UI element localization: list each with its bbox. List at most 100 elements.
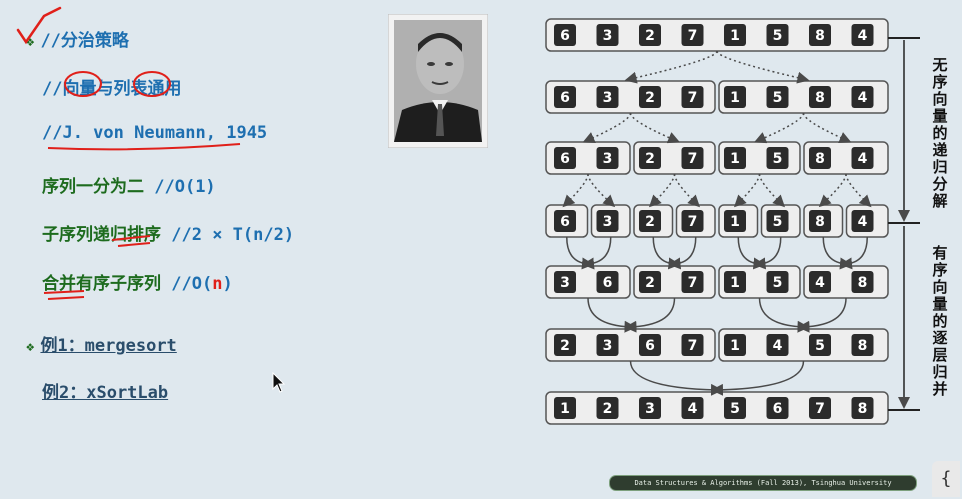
- array-cell-value: 5: [773, 214, 783, 230]
- array-cell-value: 2: [645, 275, 655, 291]
- array-cell-value: 5: [730, 401, 740, 417]
- side-label-merge: 并: [932, 380, 947, 398]
- side-label-decompose: 递: [932, 141, 947, 159]
- array-cell-value: 2: [645, 151, 655, 167]
- merge-arrow: [668, 236, 697, 270]
- side-label-decompose: 向: [932, 90, 947, 108]
- split-arrow: [624, 50, 718, 84]
- split-arrow: [818, 173, 847, 208]
- side-label-merge: 的: [932, 312, 947, 330]
- array-cell-value: 3: [603, 151, 613, 167]
- array-cell-value: 1: [730, 338, 740, 354]
- merge-arrow: [582, 236, 612, 270]
- side-label-merge: 序: [932, 261, 947, 279]
- merge-arrow: [587, 297, 637, 333]
- array-cell-value: 6: [603, 275, 613, 291]
- array-cell-value: 6: [645, 338, 655, 354]
- split-arrow: [562, 173, 589, 208]
- array-cell-value: 4: [773, 338, 783, 354]
- split-arrow: [845, 173, 872, 208]
- merge-arrow: [624, 297, 676, 333]
- array-cell-value: 7: [688, 151, 698, 167]
- side-label-decompose: 的: [932, 124, 947, 142]
- array-cell-value: 1: [730, 275, 740, 291]
- array-cell-value: 6: [560, 214, 570, 230]
- side-label-merge: 归: [932, 363, 947, 381]
- side-label-merge: 逐: [932, 329, 947, 347]
- array-cell-value: 2: [645, 28, 655, 44]
- array-cell-value: 8: [815, 28, 825, 44]
- merge-arrow: [652, 236, 681, 270]
- array-cell-value: 3: [603, 214, 613, 230]
- array-cell-value: 1: [730, 151, 740, 167]
- array-cell-value: 6: [560, 151, 570, 167]
- split-arrow: [753, 112, 805, 144]
- array-cell-value: 8: [858, 338, 868, 354]
- array-cell-value: 7: [688, 90, 698, 106]
- split-arrow: [582, 112, 632, 144]
- array-cell-value: 1: [730, 28, 740, 44]
- side-label-decompose: 无: [931, 56, 947, 74]
- array-cell-value: 7: [815, 401, 825, 417]
- array-cell-value: 8: [858, 275, 868, 291]
- array-cell-value: 7: [688, 275, 698, 291]
- array-cell-value: 6: [773, 401, 783, 417]
- array-cell-value: 7: [688, 28, 698, 44]
- array-cell-value: 2: [645, 90, 655, 106]
- array-cell-value: 2: [645, 214, 655, 230]
- corner-menu-icon[interactable]: {: [932, 461, 960, 497]
- side-label-decompose: 归: [932, 158, 947, 176]
- merge-sort-diagram: 6 3 2 7 1 5 8 4 6 3 2 7 1 5 8 4 6 3 2 7 1 5 8 4 6 3 2 7 1 5 8 4 3 6 2 7 1 5 4 8…: [545, 18, 948, 425]
- merge-arrow: [758, 297, 810, 333]
- merge-arrow: [566, 236, 594, 270]
- array-cell-value: 4: [858, 151, 868, 167]
- merge-arrow: [737, 236, 766, 270]
- merge-arrow: [753, 236, 782, 270]
- array-cell-value: 8: [815, 214, 825, 230]
- course-footer: Data Structures & Algorithms (Fall 2013)…: [609, 475, 917, 491]
- side-label-merge: 向: [932, 278, 947, 296]
- array-cell-value: 5: [815, 338, 825, 354]
- array-cell-value: 7: [688, 338, 698, 354]
- side-label-decompose: 分: [932, 175, 947, 193]
- split-arrow: [802, 112, 852, 144]
- array-cell-value: 5: [773, 275, 783, 291]
- array-cell-value: 8: [815, 151, 825, 167]
- array-cell-value: 4: [858, 28, 868, 44]
- array-cell-value: 6: [560, 28, 570, 44]
- split-arrow: [629, 112, 681, 144]
- split-arrow: [758, 173, 786, 208]
- array-cell-value: 2: [560, 338, 570, 354]
- array-cell-value: 1: [560, 401, 570, 417]
- array-cell-value: 2: [603, 401, 613, 417]
- split-arrow: [648, 173, 676, 208]
- array-cell-value: 6: [560, 90, 570, 106]
- array-cell-value: 3: [560, 275, 570, 291]
- side-label-decompose: 量: [932, 107, 947, 125]
- side-label-merge: 层: [932, 346, 947, 364]
- merge-arrow: [822, 236, 852, 270]
- array-cell-value: 5: [773, 28, 783, 44]
- array-cell-value: 1: [730, 214, 740, 230]
- array-cell-value: 8: [858, 401, 868, 417]
- array-cell-value: 3: [603, 90, 613, 106]
- array-cell-value: 4: [688, 401, 698, 417]
- array-cell-value: 5: [773, 90, 783, 106]
- array-cell-value: 3: [645, 401, 655, 417]
- array-cell-value: 3: [603, 338, 613, 354]
- side-label-decompose: 序: [932, 73, 947, 91]
- array-cell-value: 7: [688, 214, 698, 230]
- array-cell-value: 3: [603, 28, 613, 44]
- array-cell-value: 8: [815, 90, 825, 106]
- array-cell-value: 4: [815, 275, 825, 291]
- slide: ❖//分治策略 //向量与列表通用 //J. von Neumann, 1945…: [0, 0, 962, 499]
- array-cell-value: 4: [858, 90, 868, 106]
- merge-arrow: [840, 236, 868, 270]
- split-arrow: [673, 173, 701, 208]
- mouse-pointer-icon: [272, 372, 286, 393]
- merge-arrow: [711, 360, 805, 396]
- side-label-merge: 有: [932, 244, 947, 262]
- split-arrow: [716, 50, 810, 84]
- side-label-decompose: 解: [932, 192, 947, 210]
- side-label-merge: 量: [932, 295, 947, 313]
